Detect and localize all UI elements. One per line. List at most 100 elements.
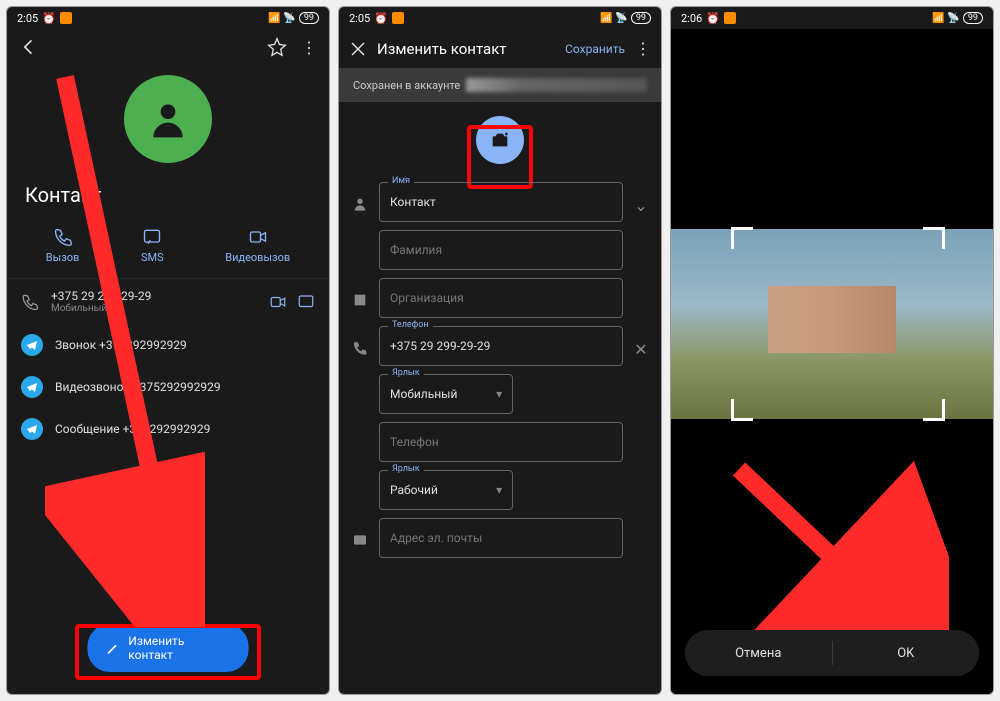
telegram-icon — [21, 376, 43, 398]
edit-form: Имя Контакт Фамилия ⌄ Организация — [339, 174, 661, 566]
status-time: 2:06 — [681, 12, 702, 25]
video-label: Видеовызов — [225, 251, 290, 264]
close-icon[interactable] — [349, 40, 367, 58]
phone2-placeholder: Телефон — [390, 435, 439, 449]
video-icon[interactable] — [269, 293, 287, 311]
telegram-msg-label: Сообщение +375292992929 — [55, 422, 210, 436]
call-label: Вызов — [46, 251, 80, 264]
star-icon[interactable] — [267, 37, 287, 57]
org-field[interactable]: Организация — [379, 278, 623, 318]
pencil-icon — [106, 641, 121, 656]
phone-field[interactable]: Телефон +375 29 299-29-29 — [379, 326, 623, 366]
sms-label: SMS — [141, 251, 164, 264]
phone-label: Телефон — [388, 320, 433, 330]
contact-name: Контакт — [7, 183, 329, 221]
phone-tag-dropdown[interactable]: Ярлык Мобильный — [379, 374, 513, 414]
photo-preview — [671, 229, 993, 419]
edit-header: Изменить контакт Сохранить ⋮ — [339, 29, 661, 68]
app-indicator-icon — [392, 12, 404, 24]
name-label: Имя — [388, 176, 414, 186]
battery-level: 99 — [299, 12, 319, 24]
org-placeholder: Организация — [390, 291, 464, 305]
video-icon — [248, 227, 268, 247]
screen-photo-crop: 2:06 ⏰ 📶 📡 99 Отмена OK — [670, 6, 994, 695]
video-button[interactable]: Видеовызов — [225, 227, 290, 264]
tag-label: Ярлык — [388, 368, 424, 378]
wifi-icon: 📡 — [283, 13, 295, 24]
person-icon — [352, 196, 368, 212]
sms-icon — [142, 227, 162, 247]
sms-icon[interactable] — [297, 293, 315, 311]
phone-number: +375 29 299-29-29 — [51, 289, 257, 303]
phone-label: Мобильный — [51, 303, 257, 314]
status-bar: 2:06 ⏰ 📶 📡 99 — [671, 7, 993, 29]
signal-icon: 📶 — [600, 13, 612, 24]
more-icon[interactable]: ⋮ — [301, 38, 317, 57]
status-time: 2:05 — [349, 12, 370, 25]
screen-contact-view: 2:05 ⏰ 📶 📡 99 ⋮ Контакт Вызов SMS — [6, 6, 330, 695]
action-row: Вызов SMS Видеовызов — [7, 221, 329, 278]
top-bar: ⋮ — [7, 29, 329, 65]
screen-edit-contact: 2:05 ⏰ 📶 📡 99 Изменить контакт Сохранить… — [338, 6, 662, 695]
phone-icon — [21, 293, 39, 311]
telegram-video-row[interactable]: Видеозвонок +375292992929 — [7, 366, 329, 408]
app-indicator-icon — [60, 12, 72, 24]
clear-icon[interactable]: ✕ — [631, 326, 651, 359]
tag-value: Мобильный — [390, 387, 457, 401]
more-icon[interactable]: ⋮ — [635, 39, 651, 58]
alarm-icon: ⏰ — [706, 12, 720, 25]
back-icon[interactable] — [19, 37, 39, 57]
tag2-label: Ярлык — [388, 464, 424, 474]
signal-icon: 📶 — [268, 13, 280, 24]
sms-button[interactable]: SMS — [141, 227, 164, 264]
call-button[interactable]: Вызов — [46, 227, 80, 264]
telegram-call-row[interactable]: Звонок +375292992929 — [7, 324, 329, 366]
app-indicator-icon — [724, 12, 736, 24]
save-button[interactable]: Сохранить — [565, 42, 625, 56]
crop-footer: Отмена OK — [685, 630, 979, 676]
telegram-icon — [21, 418, 43, 440]
tag2-value: Рабочий — [390, 483, 438, 497]
avatar[interactable] — [124, 75, 212, 163]
cancel-button[interactable]: Отмена — [685, 634, 832, 673]
telegram-call-label: Звонок +375292992929 — [55, 338, 187, 352]
status-bar: 2:05 ⏰ 📶 📡 99 — [339, 7, 661, 29]
status-bar: 2:05 ⏰ 📶 📡 99 — [7, 7, 329, 29]
add-photo-button[interactable] — [476, 116, 524, 164]
alarm-icon: ⏰ — [42, 12, 56, 25]
status-time: 2:05 — [17, 12, 38, 25]
email-placeholder: Адрес эл. почты — [390, 531, 482, 545]
surname-placeholder: Фамилия — [390, 243, 442, 257]
battery-level: 99 — [631, 12, 651, 24]
phone2-tag-dropdown[interactable]: Ярлык Рабочий — [379, 470, 513, 510]
surname-field[interactable]: Фамилия — [379, 230, 623, 270]
call-icon — [53, 227, 73, 247]
edit-title: Изменить контакт — [377, 40, 555, 58]
email-icon — [352, 532, 368, 548]
wifi-icon: 📡 — [615, 13, 627, 24]
org-icon — [352, 292, 368, 308]
phone-icon — [352, 340, 368, 356]
camera-icon — [489, 129, 511, 151]
edit-contact-button[interactable]: Изменить контакт — [88, 624, 249, 672]
name-field[interactable]: Имя Контакт — [379, 182, 623, 222]
account-blur — [466, 78, 647, 92]
edit-label: Изменить контакт — [128, 634, 230, 662]
crop-body[interactable]: Отмена OK — [671, 29, 993, 694]
ok-button[interactable]: OK — [833, 634, 980, 673]
telegram-video-label: Видеозвонок +375292992929 — [55, 380, 221, 394]
person-icon — [146, 97, 190, 141]
telegram-icon — [21, 334, 43, 356]
name-value: Контакт — [390, 195, 436, 209]
email-field[interactable]: Адрес эл. почты — [379, 518, 623, 558]
phone2-field[interactable]: Телефон — [379, 422, 623, 462]
chevron-down-icon[interactable]: ⌄ — [631, 182, 651, 215]
alarm-icon: ⏰ — [374, 12, 388, 25]
phone-row[interactable]: +375 29 299-29-29 Мобильный — [7, 278, 329, 324]
phone-value: +375 29 299-29-29 — [390, 339, 490, 353]
saved-in-label: Сохранен в аккаунте — [353, 79, 460, 92]
signal-icon: 📶 — [932, 13, 944, 24]
telegram-msg-row[interactable]: Сообщение +375292992929 — [7, 408, 329, 450]
saved-in-banner: Сохранен в аккаунте — [339, 68, 661, 102]
battery-level: 99 — [963, 12, 983, 24]
